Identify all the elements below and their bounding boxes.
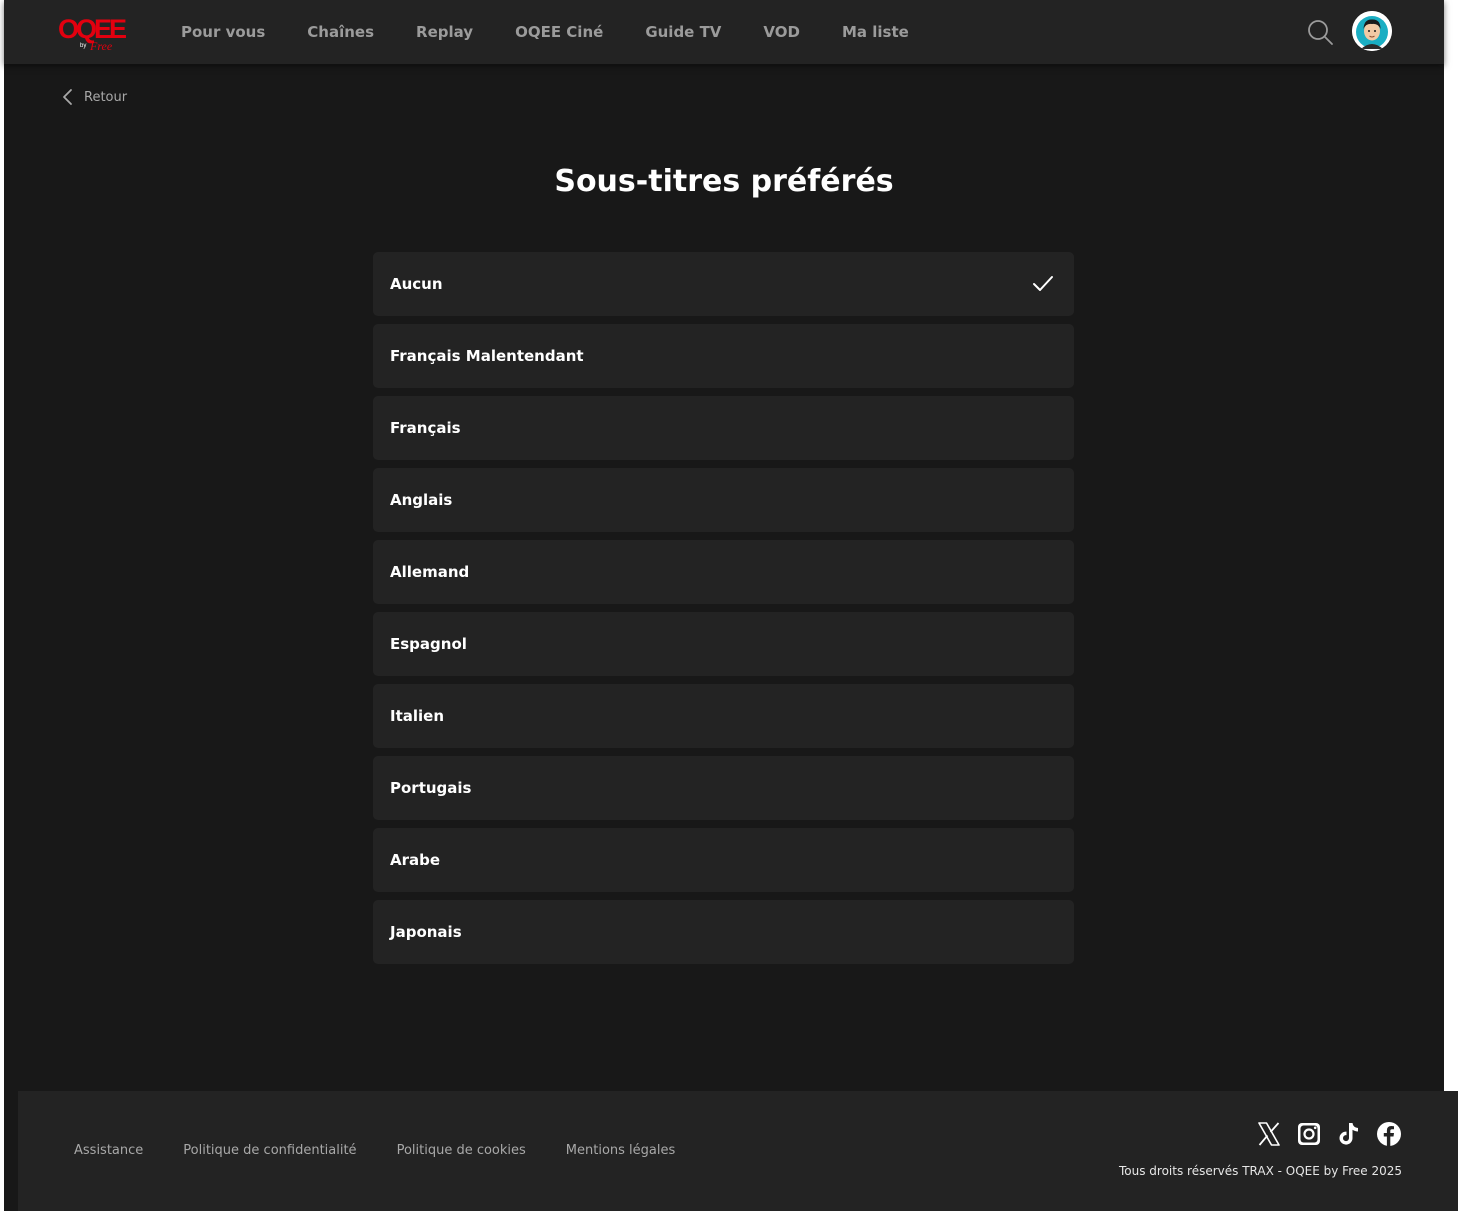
footer-link-legal[interactable]: Mentions légales bbox=[566, 1143, 675, 1158]
option-label: Anglais bbox=[390, 491, 453, 509]
logo-by: by bbox=[80, 43, 86, 49]
nav-item-pour-vous[interactable]: Pour vous bbox=[181, 23, 265, 41]
subtitle-option-francais[interactable]: Français bbox=[373, 396, 1074, 460]
subtitle-option-italien[interactable]: Italien bbox=[373, 684, 1074, 748]
page-title: Sous-titres préférés bbox=[554, 164, 894, 199]
nav-item-vod[interactable]: VOD bbox=[763, 23, 800, 41]
option-label: Japonais bbox=[390, 923, 462, 941]
avatar-icon bbox=[1352, 11, 1392, 51]
option-label: Français bbox=[390, 419, 461, 437]
option-label: Portugais bbox=[390, 779, 472, 797]
top-nav-bar: OQEE by Free Pour vous Chaînes Replay OQ… bbox=[4, 0, 1444, 64]
subtitle-option-portugais[interactable]: Portugais bbox=[373, 756, 1074, 820]
subtitle-option-francais-malentendant[interactable]: Français Malentendant bbox=[373, 324, 1074, 388]
back-link[interactable]: Retour bbox=[60, 86, 127, 108]
nav-item-oqee-cine[interactable]: OQEE Ciné bbox=[515, 23, 603, 41]
social-links bbox=[1256, 1121, 1402, 1147]
search-icon[interactable] bbox=[1306, 18, 1334, 46]
footer-link-cookies[interactable]: Politique de cookies bbox=[397, 1143, 526, 1158]
subtitle-option-aucun[interactable]: Aucun bbox=[373, 252, 1074, 316]
subtitle-option-espagnol[interactable]: Espagnol bbox=[373, 612, 1074, 676]
x-icon[interactable] bbox=[1256, 1121, 1282, 1147]
app: OQEE by Free Pour vous Chaînes Replay OQ… bbox=[4, 0, 1444, 1211]
avatar[interactable] bbox=[1352, 11, 1392, 51]
main-nav: Pour vous Chaînes Replay OQEE Ciné Guide… bbox=[181, 0, 951, 64]
option-label: Allemand bbox=[390, 563, 470, 581]
logo-free: Free bbox=[89, 39, 113, 53]
footer-links: Assistance Politique de confidentialité … bbox=[74, 1143, 715, 1158]
footer-link-privacy[interactable]: Politique de confidentialité bbox=[183, 1143, 356, 1158]
nav-item-ma-liste[interactable]: Ma liste bbox=[842, 23, 909, 41]
subtitle-options-list: Aucun Français Malentendant Français Ang… bbox=[373, 252, 1074, 972]
instagram-icon[interactable] bbox=[1296, 1121, 1322, 1147]
nav-item-chaines[interactable]: Chaînes bbox=[307, 23, 374, 41]
chevron-left-icon bbox=[63, 89, 72, 105]
nav-item-guide-tv[interactable]: Guide TV bbox=[645, 23, 721, 41]
footer: Assistance Politique de confidentialité … bbox=[18, 1091, 1458, 1211]
subtitle-option-japonais[interactable]: Japonais bbox=[373, 900, 1074, 964]
back-label: Retour bbox=[84, 89, 128, 105]
option-label: Espagnol bbox=[390, 635, 467, 653]
tiktok-icon[interactable] bbox=[1336, 1121, 1362, 1147]
subtitle-option-arabe[interactable]: Arabe bbox=[373, 828, 1074, 892]
copyright-text: Tous droits réservés TRAX - OQEE by Free… bbox=[1118, 1164, 1402, 1178]
option-label: Français Malentendant bbox=[390, 347, 584, 365]
check-icon bbox=[1033, 276, 1053, 291]
option-label: Aucun bbox=[390, 275, 443, 293]
oqee-logo[interactable]: OQEE by Free bbox=[58, 14, 128, 54]
option-label: Arabe bbox=[390, 851, 441, 869]
subtitle-option-allemand[interactable]: Allemand bbox=[373, 540, 1074, 604]
footer-link-assistance[interactable]: Assistance bbox=[74, 1143, 143, 1158]
nav-item-replay[interactable]: Replay bbox=[416, 23, 473, 41]
facebook-icon[interactable] bbox=[1376, 1121, 1402, 1147]
option-label: Italien bbox=[390, 707, 445, 725]
subtitle-option-anglais[interactable]: Anglais bbox=[373, 468, 1074, 532]
